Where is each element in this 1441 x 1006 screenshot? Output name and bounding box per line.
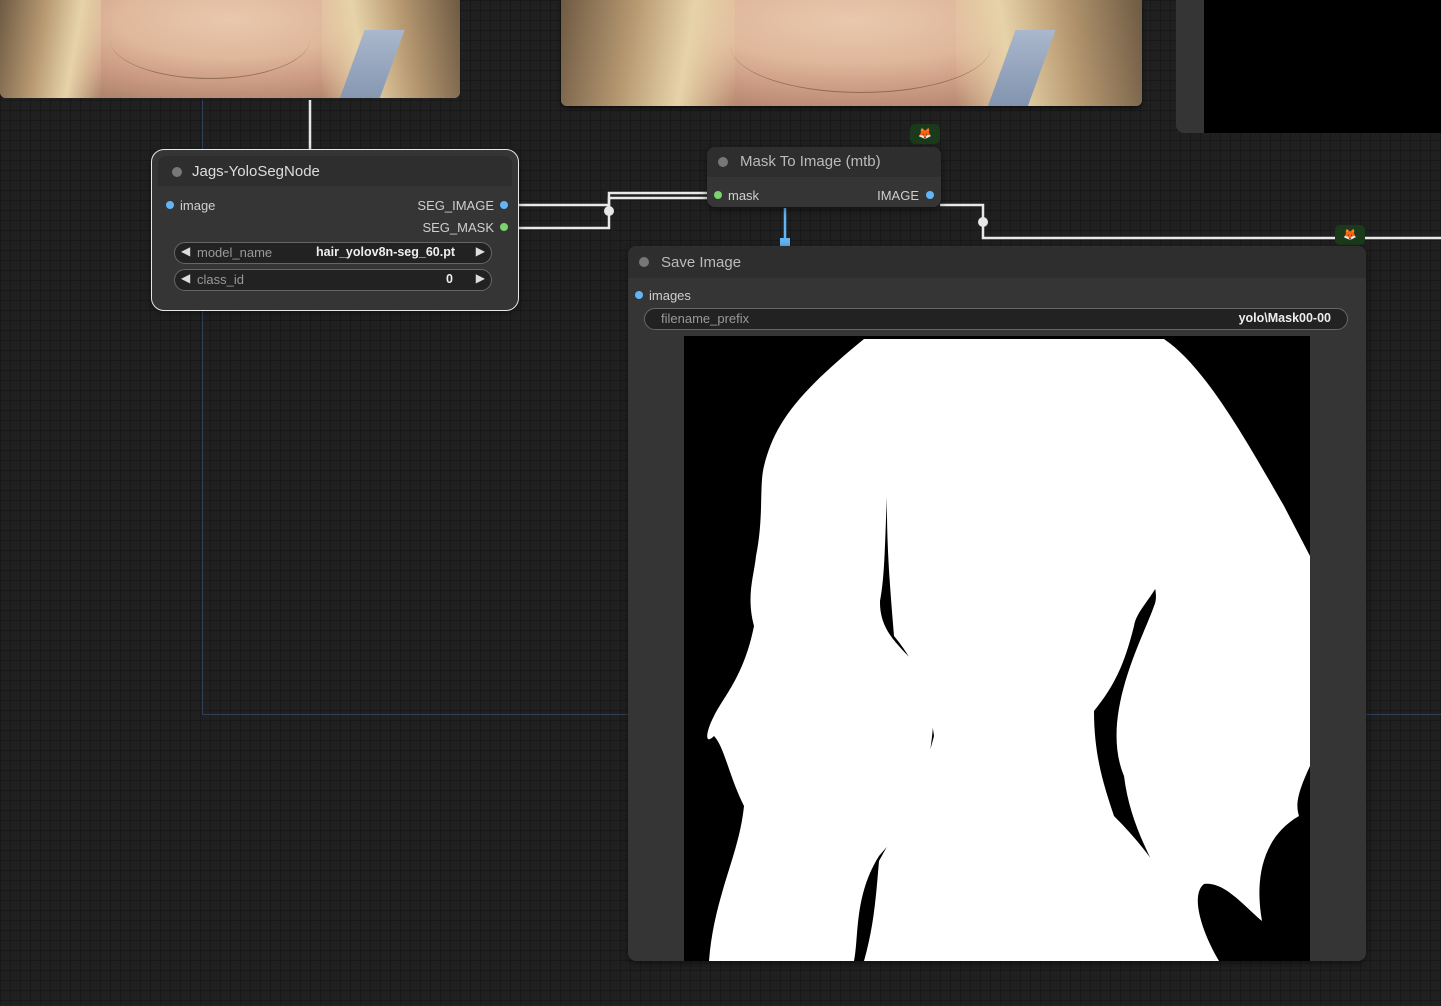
node-title-bar[interactable]: Jags-YoloSegNode	[158, 156, 512, 186]
link-image-out	[940, 203, 1441, 240]
input-images[interactable]: images	[635, 288, 691, 303]
arrow-right-icon[interactable]: ▶	[476, 244, 485, 258]
fox-icon: 🦊	[910, 124, 940, 144]
output-image[interactable]: IMAGE	[877, 188, 934, 203]
node-title-bar[interactable]: Save Image	[628, 246, 1366, 278]
collapse-dot[interactable]	[639, 257, 649, 267]
input-mask[interactable]: mask	[714, 188, 759, 203]
filename-prefix-field[interactable]: filename_prefix yolo\Mask00-00	[644, 308, 1348, 330]
output-seg-image[interactable]: SEG_IMAGE	[417, 198, 508, 213]
output-seg-mask[interactable]: SEG_MASK	[422, 220, 508, 235]
model-name-combo[interactable]: ◀ model_name hair_yolov8n-seg_60.pt ▶	[174, 242, 492, 264]
collapse-dot[interactable]	[718, 157, 728, 167]
node-title: Mask To Image (mtb)	[740, 153, 881, 170]
node-mask-to-image[interactable]: Mask To Image (mtb) mask IMAGE	[707, 147, 941, 207]
arrow-right-icon[interactable]: ▶	[476, 271, 485, 285]
class-id-number[interactable]: ◀ class_id 0 ▶	[174, 269, 492, 291]
mask-preview-image	[684, 336, 1310, 961]
input-image[interactable]: image	[166, 198, 215, 213]
node-title: Jags-YoloSegNode	[192, 163, 320, 180]
reroute-dot	[978, 217, 988, 227]
node-title-bar[interactable]: Mask To Image (mtb)	[707, 147, 941, 177]
collapse-dot[interactable]	[172, 167, 182, 177]
fox-icon: 🦊	[1335, 225, 1365, 245]
reroute-dot	[604, 206, 614, 216]
arrow-left-icon[interactable]: ◀	[181, 244, 190, 258]
arrow-left-icon[interactable]: ◀	[181, 271, 190, 285]
link-end	[780, 238, 790, 246]
node-title: Save Image	[661, 254, 742, 271]
node-yolo-seg[interactable]: Jags-YoloSegNode image SEG_IMAGE SEG_MAS…	[151, 149, 519, 311]
